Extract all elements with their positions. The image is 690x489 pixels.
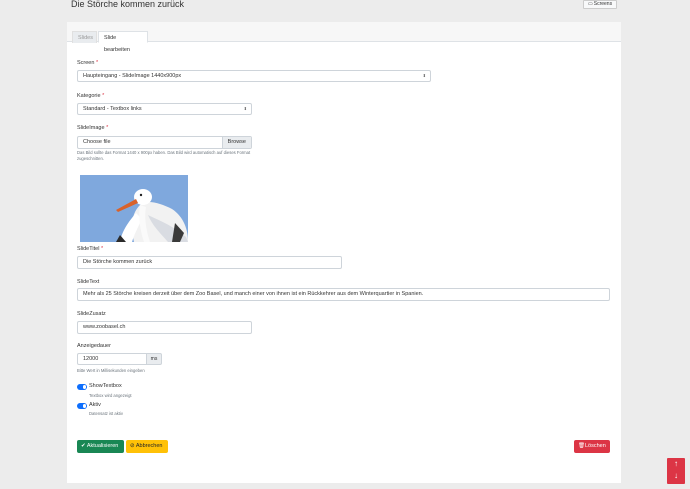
aktiv-toggle[interactable] <box>77 403 87 409</box>
slidezusatz-input[interactable]: www.zoobasel.ch <box>77 321 252 334</box>
page-title: Die Störche kommen zurück <box>71 0 185 9</box>
slidetitel-input[interactable]: Die Störche kommen zurück <box>77 256 342 269</box>
slideimage-help: Das Bild sollte das Format 1440 x 900px … <box>77 150 251 161</box>
slideimage-file-input[interactable]: Choose file Browse <box>77 136 252 149</box>
edit-card <box>67 22 621 483</box>
aktiv-label: Aktiv <box>89 402 101 408</box>
aktiv-help: Datensatz ist aktiv <box>89 411 123 416</box>
screens-label: Screens <box>593 1 613 7</box>
showtextbox-toggle[interactable] <box>77 384 87 390</box>
scroll-buttons: ↑ ↓ <box>667 458 685 484</box>
arrow-up-icon[interactable]: ↑ <box>667 459 685 469</box>
slidetitel-label: SlideTitel * <box>77 246 104 252</box>
update-button[interactable]: ✔ Aktualisieren <box>77 440 124 453</box>
screens-icon: ▭ <box>588 1 593 7</box>
screen-label: Screen * <box>77 60 99 66</box>
anzeigedauer-help: Bitte Wert in Millisekunden eingeben <box>77 368 145 373</box>
kategorie-label: Kategorie * <box>77 93 105 99</box>
tab-bar: Slides Slide bearbeiten <box>67 22 621 53</box>
anzeigedauer-label: Anzeigedauer <box>77 343 111 349</box>
slidetext-label: SlideText <box>77 279 100 285</box>
showtextbox-help: Textbox wird angezeigt <box>89 393 132 398</box>
showtextbox-label: ShowTextbox <box>89 383 122 389</box>
screens-button[interactable]: ▭Screens <box>583 0 618 9</box>
tab-slides[interactable]: Slides <box>72 31 97 43</box>
select-caret-icon: ⬍ <box>243 106 247 111</box>
cancel-button[interactable]: ⊘ Abbrechen <box>126 440 168 453</box>
slide-image-preview <box>80 175 188 242</box>
arrow-down-icon[interactable]: ↓ <box>667 471 685 481</box>
trash-icon: 🗑 <box>578 443 585 449</box>
slideimage-label: SlideImage * <box>77 125 109 131</box>
slidetext-input[interactable]: Mehr als 25 Störche kreisen derzeit über… <box>77 288 610 301</box>
delete-button[interactable]: 🗑Löschen <box>574 440 610 453</box>
tab-slide-bearbeiten[interactable]: Slide bearbeiten <box>98 31 148 53</box>
kategorie-select[interactable]: Standard - Textbox links ⬍ <box>77 103 252 115</box>
anzeigedauer-unit: ms <box>147 353 162 365</box>
select-caret-icon: ⬍ <box>422 73 426 78</box>
screen-select[interactable]: Haupteingang - SlideImage 1440x900px ⬍ <box>77 70 431 82</box>
anzeigedauer-input[interactable]: 12000 <box>77 353 147 365</box>
slidezusatz-label: SlideZusatz <box>77 311 106 317</box>
browse-button[interactable]: Browse <box>221 137 251 148</box>
